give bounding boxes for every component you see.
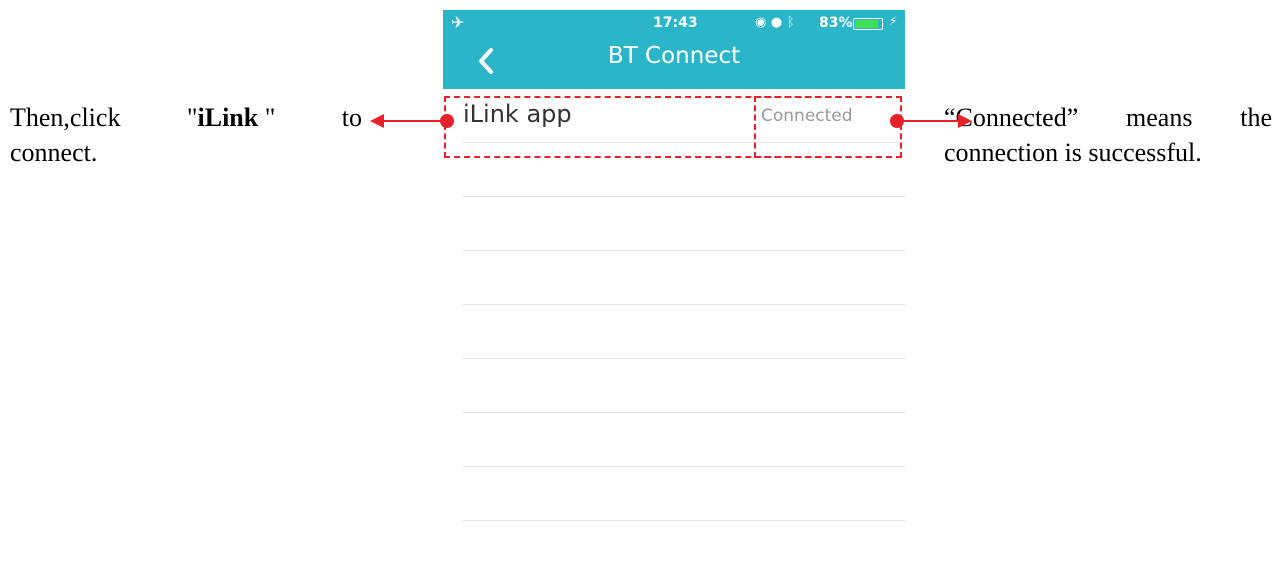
right-annotation: “Connected” means the connection is succ… [944,100,1272,170]
battery-percent: 83% [819,15,853,31]
list-divider [463,196,905,197]
right-annotation-word-means: means [1126,103,1193,132]
left-annotation-word-then-click: Then,click [10,103,121,132]
list-divider [463,358,905,359]
alarm-icon: ● [770,15,783,30]
list-divider [463,466,905,467]
left-annotation: Then,click "iLink " to connect. [10,100,362,170]
left-arrow-line [382,120,444,122]
status-icons: ◉ ● ᛒ [755,15,795,30]
charging-icon: ⚡ [889,14,898,28]
list-divider [463,412,905,413]
left-annotation-line2: connect. [10,138,98,167]
status-time: 17:43 [653,15,698,31]
left-annotation-word-to: to [341,103,362,132]
right-annotation-line2: connection is successful. [944,138,1202,167]
status-highlight [754,96,902,158]
left-annotation-line1: Then,click "iLink " to [10,100,362,135]
right-annotation-word-the: the [1240,103,1272,132]
list-divider [463,520,905,521]
left-annotation-ilink: "iLink " [186,103,276,132]
rotation-lock-icon: ◉ [755,15,767,30]
list-divider [463,304,905,305]
right-arrow-line [900,120,960,122]
list-divider [463,250,905,251]
right-arrowhead-icon [958,114,972,128]
right-annotation-line1: “Connected” means the [944,100,1272,135]
bluetooth-icon: ᛒ [786,15,795,30]
phone-screen: ✈ 17:43 ◉ ● ᛒ 83% ⚡ BT Connect iLink app… [443,10,905,540]
page-title: BT Connect [607,43,741,69]
app-header: ✈ 17:43 ◉ ● ᛒ 83% ⚡ BT Connect [443,10,905,89]
airplane-mode-icon: ✈ [451,13,465,32]
status-bar: ✈ 17:43 ◉ ● ᛒ 83% ⚡ [443,10,905,38]
left-arrowhead-icon [370,114,384,128]
battery-icon [853,18,883,30]
